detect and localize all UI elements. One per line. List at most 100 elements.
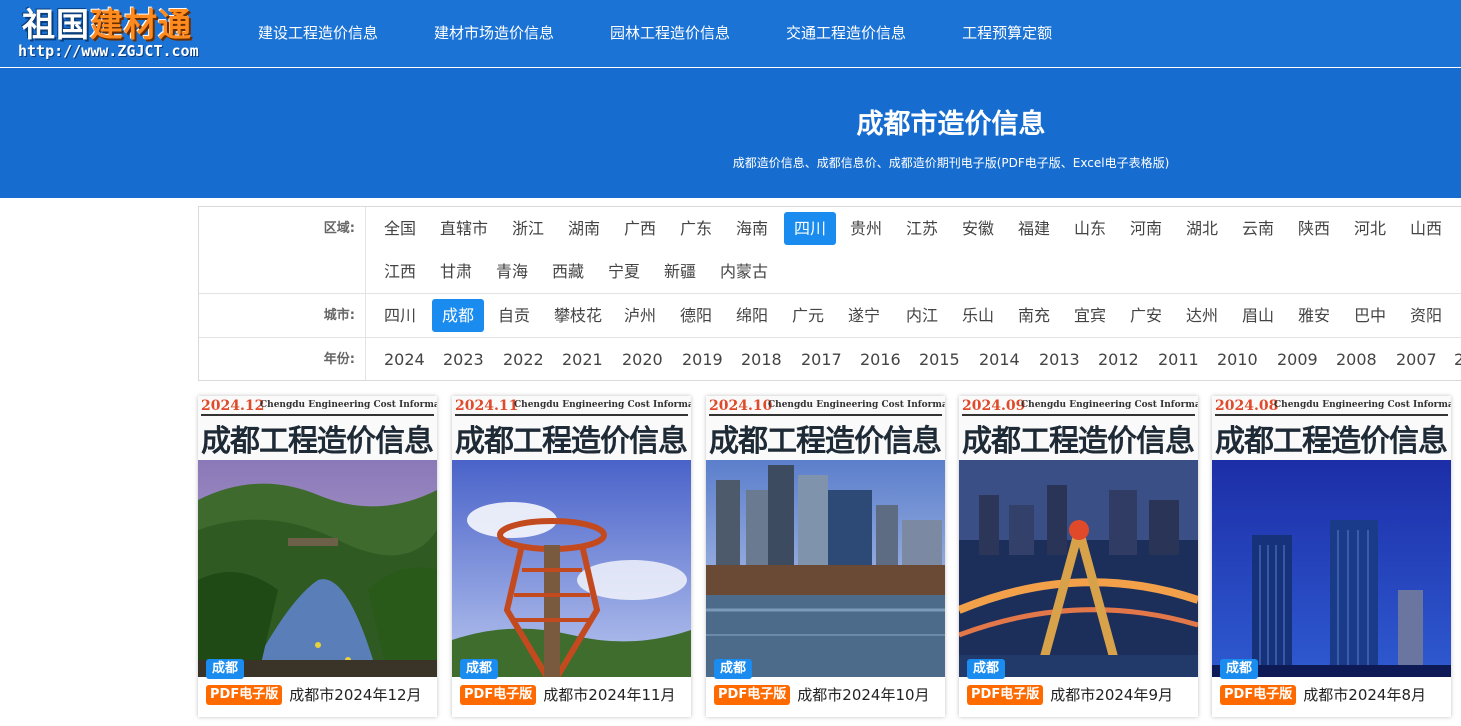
region-option[interactable]: 广东 [670, 212, 722, 245]
cover-image[interactable]: 2024.10 Chengdu Engineering Cost Informa… [706, 396, 945, 677]
city-option[interactable]: 广元 [782, 299, 834, 332]
cover-photo [959, 460, 1198, 677]
cover-image[interactable]: 2024.09 Chengdu Engineering Cost Informa… [959, 396, 1198, 677]
region-option[interactable]: 山东 [1064, 212, 1116, 245]
city-option[interactable]: 自贡 [488, 299, 540, 332]
region-option[interactable]: 内蒙古 [710, 255, 778, 288]
card-title[interactable]: 成都市2024年10月 [797, 684, 929, 705]
cover-english-title: Chengdu Engineering Cost Information [260, 400, 437, 410]
region-option[interactable]: 新疆 [654, 255, 706, 288]
region-option[interactable]: 湖北 [1176, 212, 1228, 245]
year-option[interactable]: 2008 [1326, 343, 1387, 376]
main-nav: 建设工程造价信息 建材市场造价信息 园林工程造价信息 交通工程造价信息 工程预算… [258, 22, 1108, 44]
city-option[interactable]: 南充 [1008, 299, 1060, 332]
cover-image[interactable]: 2024.12 Chengdu Engineering Cost Informa… [198, 396, 437, 677]
city-option[interactable]: 成都 [432, 299, 485, 332]
publication-card[interactable]: 2024.11 Chengdu Engineering Cost Informa… [452, 396, 691, 717]
city-option[interactable]: 广安 [1120, 299, 1172, 332]
logo-url: http://www.ZGJCT.com [18, 42, 199, 60]
site-logo[interactable]: 祖国建材通 http://www.ZGJCT.com [18, 4, 228, 64]
city-option[interactable]: 攀枝花 [544, 299, 612, 332]
card-title[interactable]: 成都市2024年11月 [543, 684, 675, 705]
card-title[interactable]: 成都市2024年8月 [1303, 684, 1426, 705]
city-option[interactable]: 遂宁 [838, 299, 890, 332]
cover-header: 2024.08 Chengdu Engineering Cost Informa… [1212, 396, 1451, 460]
region-option[interactable]: 河北 [1344, 212, 1396, 245]
region-option[interactable]: 江西 [374, 255, 426, 288]
year-option[interactable]: 2007 [1386, 343, 1447, 376]
region-option[interactable]: 浙江 [502, 212, 554, 245]
city-option[interactable]: 雅安 [1288, 299, 1340, 332]
year-option[interactable]: 2011 [1148, 343, 1209, 376]
region-option[interactable]: 河南 [1120, 212, 1172, 245]
cover-chinese-title: 成都工程造价信息 [962, 424, 1195, 459]
city-badge: 成都 [714, 659, 753, 679]
cover-english-title: Chengdu Engineering Cost Information [1274, 400, 1451, 410]
region-option[interactable]: 四川 [784, 212, 837, 245]
city-badge: 成都 [967, 659, 1006, 679]
year-option[interactable]: 2017 [791, 343, 852, 376]
region-option[interactable]: 安徽 [952, 212, 1004, 245]
year-option[interactable]: 2014 [969, 343, 1030, 376]
year-option[interactable]: 2010 [1207, 343, 1268, 376]
region-option[interactable]: 福建 [1008, 212, 1060, 245]
nav-link-budget-quota[interactable]: 工程预算定额 [962, 22, 1052, 44]
region-option[interactable]: 海南 [726, 212, 778, 245]
region-option[interactable]: 甘肃 [430, 255, 482, 288]
card-title[interactable]: 成都市2024年12月 [289, 684, 421, 705]
city-option[interactable]: 泸州 [614, 299, 666, 332]
nav-link-construction-cost[interactable]: 建设工程造价信息 [258, 22, 378, 44]
city-option[interactable]: 巴中 [1344, 299, 1396, 332]
region-option[interactable]: 直辖市 [430, 212, 498, 245]
year-option[interactable]: 2020 [612, 343, 673, 376]
region-option[interactable]: 青海 [486, 255, 538, 288]
year-option[interactable]: 2015 [909, 343, 970, 376]
city-option[interactable]: 眉山 [1232, 299, 1284, 332]
nav-link-traffic-cost[interactable]: 交通工程造价信息 [786, 22, 906, 44]
nav-link-material-market[interactable]: 建材市场造价信息 [434, 22, 554, 44]
city-option[interactable]: 资阳 [1400, 299, 1452, 332]
publication-card[interactable]: 2024.10 Chengdu Engineering Cost Informa… [706, 396, 945, 717]
region-option[interactable]: 贵州 [840, 212, 892, 245]
city-option[interactable]: 绵阳 [726, 299, 778, 332]
region-option[interactable]: 广西 [614, 212, 666, 245]
cover-image[interactable]: 2024.08 Chengdu Engineering Cost Informa… [1212, 396, 1451, 677]
city-option[interactable]: 达州 [1176, 299, 1228, 332]
city-option[interactable]: 德阳 [670, 299, 722, 332]
year-option[interactable]: 2024 [374, 343, 435, 376]
year-option[interactable]: 2012 [1088, 343, 1149, 376]
year-option[interactable]: 2016 [850, 343, 911, 376]
year-option[interactable]: 2023 [433, 343, 494, 376]
region-option[interactable]: 湖南 [558, 212, 610, 245]
filter-label-cell: 区域: [199, 207, 366, 293]
nav-link-landscape-cost[interactable]: 园林工程造价信息 [610, 22, 730, 44]
city-option[interactable]: 内江 [896, 299, 948, 332]
region-option[interactable]: 全国 [374, 212, 426, 245]
city-option[interactable]: 宜宾 [1064, 299, 1116, 332]
publication-card[interactable]: 2024.09 Chengdu Engineering Cost Informa… [959, 396, 1198, 717]
region-option[interactable]: 江苏 [896, 212, 948, 245]
year-option[interactable]: 2019 [672, 343, 733, 376]
city-option[interactable]: 四川 [374, 299, 426, 332]
region-option[interactable]: 陕西 [1288, 212, 1340, 245]
year-option[interactable]: 2022 [493, 343, 554, 376]
year-option[interactable]: 2021 [552, 343, 613, 376]
year-option[interactable]: 2009 [1267, 343, 1328, 376]
cover-image[interactable]: 2024.11 Chengdu Engineering Cost Informa… [452, 396, 691, 677]
card-caption: PDF电子版 成都市2024年8月 [1220, 684, 1426, 706]
publication-card[interactable]: 2024.12 Chengdu Engineering Cost Informa… [198, 396, 437, 717]
year-option[interactable]: 2018 [731, 343, 792, 376]
publication-card[interactable]: 2024.08 Chengdu Engineering Cost Informa… [1212, 396, 1451, 717]
card-title[interactable]: 成都市2024年9月 [1050, 684, 1173, 705]
region-option[interactable]: 云南 [1232, 212, 1284, 245]
region-option[interactable]: 西藏 [542, 255, 594, 288]
region-option[interactable]: 宁夏 [598, 255, 650, 288]
year-option[interactable]: 2 [1444, 343, 1461, 376]
year-option[interactable]: 2013 [1029, 343, 1090, 376]
region-option[interactable]: 山西 [1400, 212, 1452, 245]
city-option[interactable]: 乐山 [952, 299, 1004, 332]
pdf-tag: PDF电子版 [206, 684, 283, 705]
filter-label-year: 年份: [323, 352, 355, 367]
city-badge: 成都 [1220, 659, 1259, 679]
pdf-tag: PDF电子版 [1220, 684, 1297, 705]
